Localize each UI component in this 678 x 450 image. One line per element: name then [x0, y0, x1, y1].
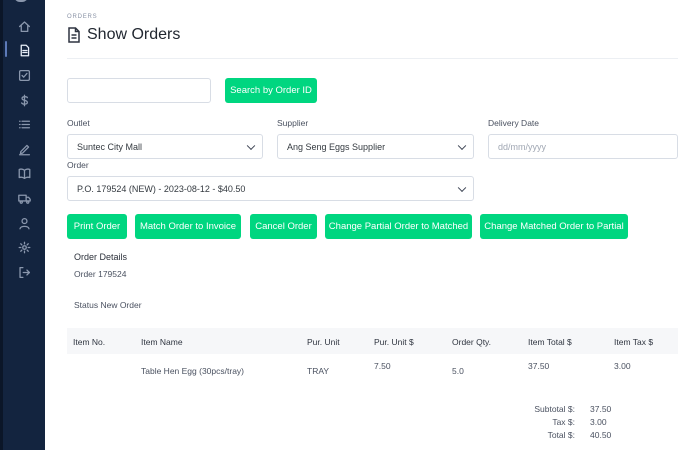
document-icon[interactable]	[17, 43, 31, 57]
cell-item-total: 37.50	[528, 361, 550, 371]
order-id-search-input[interactable]	[67, 78, 211, 103]
active-indicator	[5, 41, 7, 57]
order-label: Order	[67, 160, 89, 170]
subtotal-label: Subtotal $:	[534, 404, 575, 414]
column-header-item-tax: Item Tax $	[614, 337, 654, 347]
chevron-down-icon	[457, 183, 467, 192]
order-select[interactable]: P.O. 179524 (NEW) - 2023-08-12 - $40.50	[67, 176, 474, 201]
home-icon[interactable]	[17, 19, 31, 33]
tax-label: Tax $:	[552, 417, 575, 427]
column-header-pur-unit: Pur. Unit	[307, 337, 340, 347]
supplier-label: Supplier	[277, 118, 309, 128]
order-details-heading: Order Details	[74, 252, 128, 262]
edit-icon[interactable]	[17, 142, 31, 156]
delivery-date-input[interactable]: dd/mm/yyyy	[488, 134, 678, 159]
column-header-item-total: Item Total $	[528, 337, 572, 347]
book-icon[interactable]	[17, 166, 31, 180]
cancel-order-button[interactable]: Cancel Order	[250, 214, 317, 239]
header-divider	[67, 58, 678, 59]
cell-item-tax: 3.00	[614, 361, 631, 371]
user-icon[interactable]	[17, 216, 31, 230]
delivery-date-label: Delivery Date	[488, 118, 540, 128]
page-title: Show Orders	[87, 26, 181, 43]
change-partial-to-matched-button[interactable]: Change Partial Order to Matched	[325, 214, 472, 239]
cell-unit-price: 7.50	[374, 361, 391, 371]
dollar-icon[interactable]	[17, 93, 31, 107]
main-content: ORDERS Show Orders Search by Order ID Ou…	[45, 0, 678, 450]
cell-item-name: Table Hen Egg (30pcs/tray)	[141, 366, 244, 376]
chevron-down-icon	[246, 141, 256, 150]
match-order-to-invoice-button[interactable]: Match Order to Invoice	[135, 214, 241, 239]
page-header: Show Orders	[67, 26, 180, 44]
sidebar-edge	[0, 0, 3, 450]
column-header-unit-price: Pur. Unit $	[374, 337, 414, 347]
gear-icon[interactable]	[17, 240, 31, 254]
outlet-select[interactable]: Suntec City Mall	[67, 134, 263, 159]
outlet-label: Outlet	[67, 118, 90, 128]
outlet-selected-value: Suntec City Mall	[77, 141, 143, 152]
sidebar	[0, 0, 45, 450]
tax-value: 3.00	[590, 417, 607, 427]
supplier-select[interactable]: Ang Seng Eggs Supplier	[277, 134, 474, 159]
order-number-text: Order 179524	[74, 269, 127, 279]
order-status-text: Status New Order	[74, 300, 142, 310]
column-header-item-name: Item Name	[141, 337, 183, 347]
order-selected-value: P.O. 179524 (NEW) - 2023-08-12 - $40.50	[77, 183, 246, 194]
document-icon	[68, 27, 80, 43]
search-by-order-id-button[interactable]: Search by Order ID	[225, 78, 317, 103]
logout-icon[interactable]	[17, 265, 31, 279]
column-header-item-no: Item No.	[73, 337, 106, 347]
breadcrumb: ORDERS	[67, 14, 98, 20]
subtotal-value: 37.50	[590, 404, 612, 414]
change-matched-to-partial-button[interactable]: Change Matched Order to Partial	[480, 214, 628, 239]
total-value: 40.50	[590, 430, 612, 440]
supplier-selected-value: Ang Seng Eggs Supplier	[287, 141, 386, 152]
checkbox-icon[interactable]	[17, 68, 31, 82]
column-header-order-qty: Order Qty.	[452, 337, 492, 347]
total-label: Total $:	[547, 430, 575, 440]
list-icon[interactable]	[17, 117, 31, 131]
print-order-button[interactable]: Print Order	[67, 214, 127, 239]
collapse-handle-icon[interactable]	[14, 0, 28, 2]
chevron-down-icon	[457, 141, 467, 150]
cell-order-qty: 5.0	[452, 366, 464, 376]
cell-pur-unit: TRAY	[307, 366, 330, 376]
truck-icon[interactable]	[17, 191, 31, 205]
